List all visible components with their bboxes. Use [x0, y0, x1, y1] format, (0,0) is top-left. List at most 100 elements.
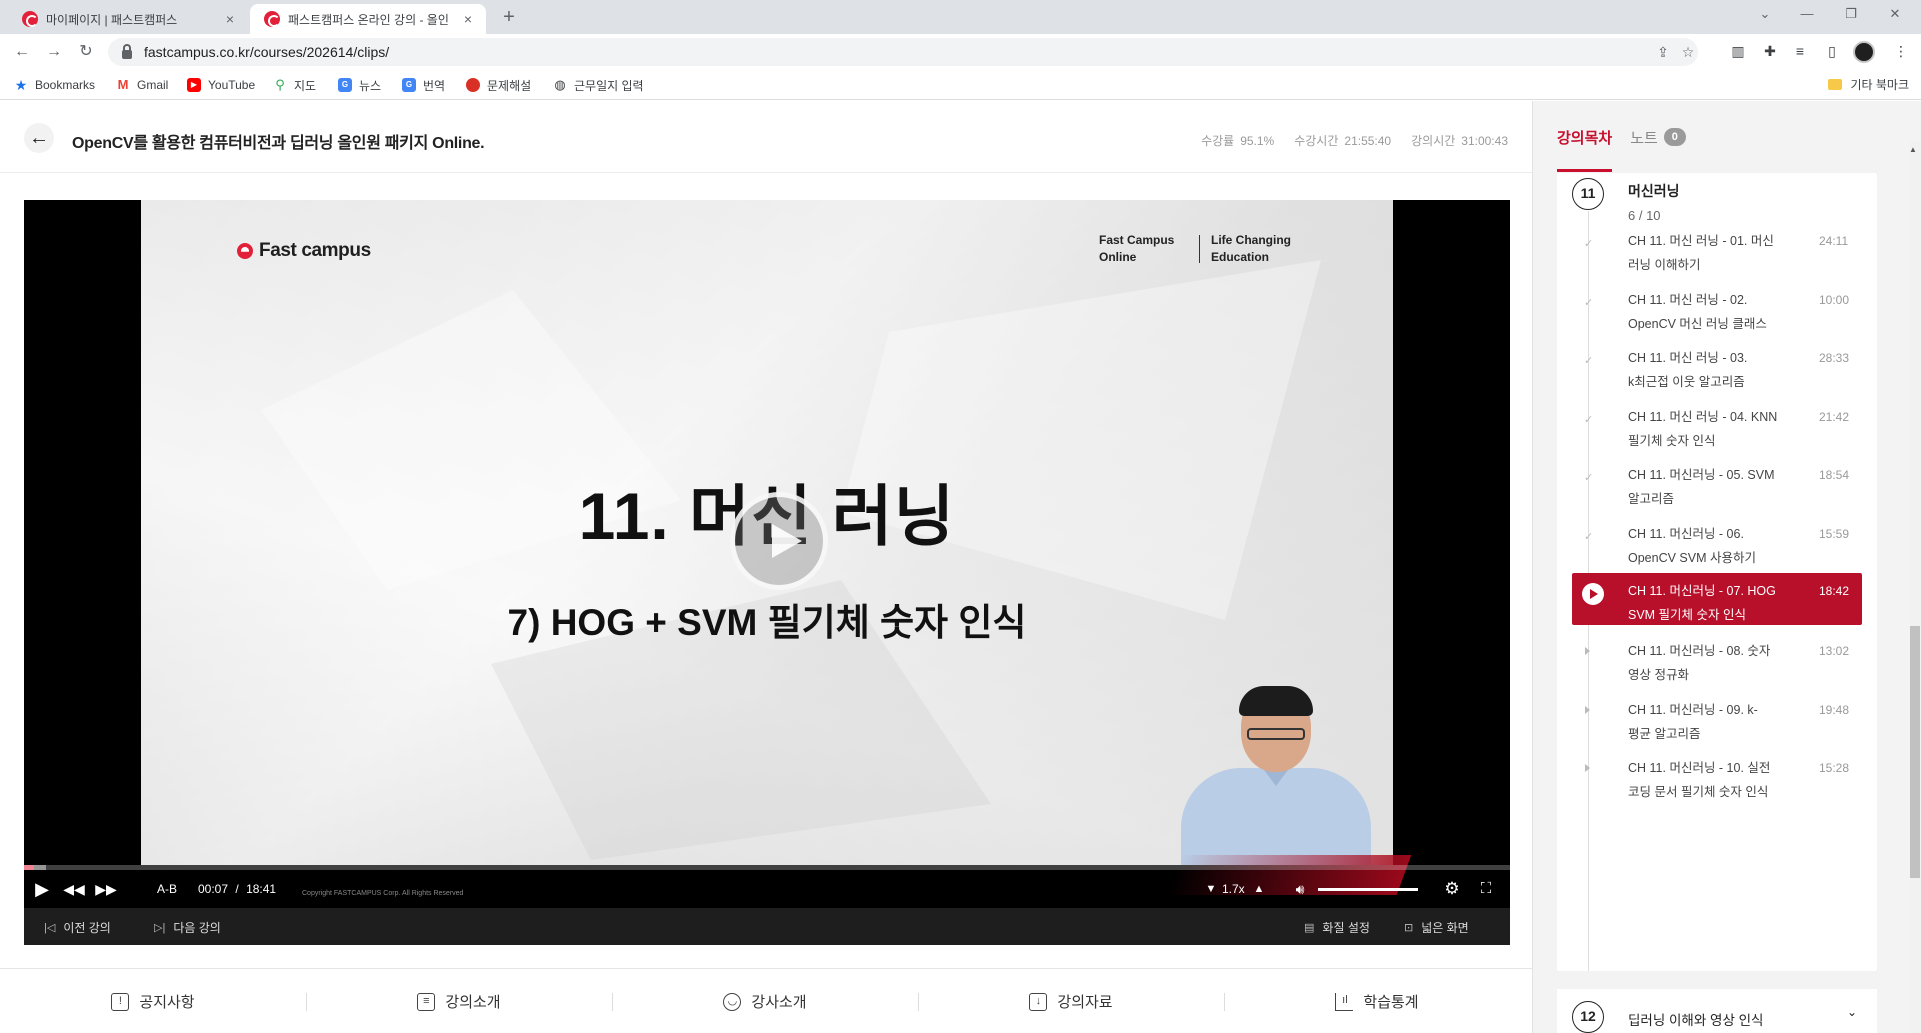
tab-search-icon[interactable]: ⌄: [1743, 0, 1787, 30]
clip-duration: 24:11: [1819, 234, 1849, 248]
next-chapter-card[interactable]: 12 딥러닝 이해와 영상 인식 ⌄: [1557, 989, 1877, 1033]
chevron-down-icon[interactable]: ⌄: [1847, 1005, 1857, 1019]
user-icon: ◡: [723, 992, 742, 1011]
quality-icon: ▤: [1304, 922, 1315, 934]
forward-arrow-icon[interactable]: →: [42, 40, 66, 64]
video-player[interactable]: Fast campus Fast Campus Online Life Chan…: [24, 200, 1510, 945]
skip-prev-icon: |◁: [44, 922, 56, 934]
clip-item[interactable]: CH 11. 머신러닝 - 09. k- 평균 알고리즘 19:48: [1572, 698, 1862, 762]
bookmark-label: 문제해설: [487, 78, 532, 93]
clip-title: CH 11. 머신러닝 - 06. OpenCV SVM 사용하기: [1628, 527, 1756, 565]
rewind-icon[interactable]: ◀◀: [62, 879, 86, 899]
browser-tab-course[interactable]: 패스트캠퍼스 온라인 강의 - 올인 ×: [250, 4, 486, 34]
next-lecture-button[interactable]: ▷| 다음 강의: [154, 919, 221, 936]
tab-close-icon[interactable]: ×: [460, 11, 476, 27]
browser-tabstrip: 마이페이지 | 패스트캠퍼스 × 패스트캠퍼스 온라인 강의 - 올인 × + …: [0, 0, 1921, 34]
menu-kebab-icon[interactable]: ⋮: [1890, 40, 1912, 62]
close-window-icon[interactable]: ✕: [1873, 0, 1917, 30]
sidebar-scroll-thumb[interactable]: [1910, 626, 1920, 878]
tab-materials[interactable]: ↓ 강의자료: [918, 991, 1224, 1012]
clip-title: CH 11. 머신 러닝 - 04. KNN 필기체 숫자 인식: [1628, 409, 1778, 448]
stat-watch-time: 수강시간 21:55:40: [1294, 134, 1392, 148]
bookmark-item[interactable]: G 뉴스: [338, 76, 381, 94]
bookmark-site-icon: [466, 78, 480, 92]
stat-course-time: 강의시간 31:00:43: [1411, 134, 1508, 148]
bookmark-item[interactable]: G 번역: [402, 76, 445, 94]
ab-repeat-button[interactable]: A-B: [152, 879, 182, 899]
back-arrow-button[interactable]: ←: [24, 123, 54, 153]
bookmark-item[interactable]: ◍ 근무일지 입력: [553, 76, 643, 94]
reading-list-icon[interactable]: ≡: [1789, 40, 1811, 62]
bookmark-item[interactable]: ▶ YouTube: [187, 76, 255, 94]
star-icon: ★: [14, 77, 28, 93]
clip-item[interactable]: ✓ CH 11. 머신 러닝 - 01. 머신 러닝 이해하기 24:11: [1572, 229, 1862, 293]
share-icon[interactable]: ⇪: [1653, 42, 1673, 62]
wide-screen-button[interactable]: ⊡ 넓은 화면: [1404, 919, 1469, 936]
prev-lecture-button[interactable]: |◁ 이전 강의: [44, 919, 111, 936]
speed-down-icon[interactable]: ▼: [1204, 879, 1218, 899]
new-tab-button[interactable]: +: [496, 6, 522, 30]
browser-tab-mypage[interactable]: 마이페이지 | 패스트캠퍼스 ×: [8, 4, 248, 34]
side-panel-icon[interactable]: ▯: [1821, 40, 1843, 62]
bookmark-star-icon[interactable]: ☆: [1678, 42, 1698, 62]
play-icon[interactable]: ▶: [32, 879, 52, 899]
tab-instructor[interactable]: ◡ 강사소개: [612, 991, 918, 1012]
tab-close-icon[interactable]: ×: [222, 11, 238, 27]
fullscreen-icon[interactable]: ⛶: [1476, 879, 1496, 899]
gmail-icon: M: [117, 77, 129, 92]
restore-icon[interactable]: ❐: [1829, 0, 1873, 30]
tab-notes[interactable]: 노트 0: [1630, 127, 1686, 148]
reload-icon[interactable]: ↻: [74, 40, 98, 64]
extensions-puzzle-icon[interactable]: ✚: [1759, 40, 1781, 62]
other-bookmarks-folder[interactable]: 기타 북마크: [1828, 76, 1909, 93]
clip-item[interactable]: ✓ CH 11. 머신러닝 - 05. SVM 알고리즘 18:54: [1572, 463, 1862, 527]
speed-up-icon[interactable]: ▲: [1252, 879, 1266, 899]
clip-title: CH 11. 머신러닝 - 07. HOG SVM 필기체 숫자 인식: [1628, 583, 1776, 622]
clip-item[interactable]: ✓ CH 11. 머신 러닝 - 03. k최근접 이웃 알고리즘 28:33: [1572, 346, 1862, 410]
tab-table-of-contents[interactable]: 강의목차: [1557, 127, 1613, 172]
clip-item[interactable]: CH 11. 머신러닝 - 10. 실전 코딩 문서 필기체 숫자 인식 15:28: [1572, 756, 1862, 820]
bookmark-item[interactable]: ★ Bookmarks: [14, 76, 95, 94]
fastcampus-mark-icon: [237, 243, 253, 259]
chapter-header[interactable]: 11 머신러닝 6 / 10: [1557, 173, 1877, 233]
bookmark-item[interactable]: 문제해설: [466, 76, 531, 94]
settings-gear-icon[interactable]: ⚙: [1442, 879, 1462, 899]
clip-duration: 28:33: [1819, 351, 1850, 366]
back-arrow-icon[interactable]: ←: [10, 40, 34, 64]
bookmark-item[interactable]: ⚲ 지도: [273, 76, 316, 94]
tab-statistics[interactable]: ıl 학습통계: [1224, 991, 1530, 1012]
fastcampus-logo: Fast campus: [237, 240, 371, 262]
clip-title: CH 11. 머신 러닝 - 03. k최근접 이웃 알고리즘: [1628, 351, 1748, 390]
bookmark-item[interactable]: M Gmail: [116, 76, 169, 94]
slide-background-shape: [841, 260, 1321, 620]
volume-slider[interactable]: [1318, 888, 1418, 891]
play-triangle-icon: [1585, 705, 1590, 714]
clip-item[interactable]: CH 11. 머신러닝 - 08. 숫자 영상 정규화 13:02: [1572, 639, 1862, 703]
fast-forward-icon[interactable]: ▶▶: [94, 879, 118, 899]
tab-course-intro[interactable]: ≡ 강의소개: [306, 991, 612, 1012]
tab-notice[interactable]: ! 공지사항: [0, 991, 306, 1012]
current-time: 00:07: [198, 882, 229, 896]
scroll-up-arrow-icon[interactable]: ▲: [1909, 145, 1917, 154]
minimize-icon[interactable]: —: [1785, 0, 1829, 30]
youtube-icon: ▶: [187, 78, 201, 92]
big-play-button[interactable]: [730, 492, 828, 590]
check-icon: ✓: [1584, 238, 1594, 250]
sidebar-scrollbar[interactable]: [1910, 141, 1920, 1033]
volume-icon[interactable]: 🔊︎: [1290, 879, 1310, 899]
bookmark-label: Bookmarks: [35, 78, 96, 92]
other-bookmarks-label: 기타 북마크: [1850, 78, 1909, 92]
tab-title: 패스트캠퍼스 온라인 강의 - 올인: [288, 12, 449, 27]
clip-item[interactable]: ✓ CH 11. 머신 러닝 - 02. OpenCV 머신 러닝 클래스 10:00: [1572, 288, 1862, 352]
extension-n-icon[interactable]: ▥: [1727, 40, 1749, 62]
quality-settings-button[interactable]: ▤ 화질 설정: [1304, 919, 1370, 936]
fastcampus-favicon-icon: [264, 11, 280, 27]
profile-avatar[interactable]: [1853, 41, 1875, 63]
course-stats: 수강률 95.1% 수강시간 21:55:40 강의시간 31:00:43: [1201, 132, 1508, 149]
clip-item-active[interactable]: CH 11. 머신러닝 - 07. HOG SVM 필기체 숫자 인식 18:42: [1572, 572, 1862, 625]
clip-duration: 19:48: [1819, 702, 1850, 717]
clip-item[interactable]: ✓ CH 11. 머신 러닝 - 04. KNN 필기체 숫자 인식 21:42: [1572, 405, 1862, 469]
playback-speed: 1.7x: [1222, 882, 1245, 896]
slide-subheading: 7) HOG + SVM 필기체 숫자 인식: [507, 602, 1027, 643]
address-bar[interactable]: fastcampus.co.kr/courses/202614/clips/ ⇪…: [108, 38, 1698, 66]
